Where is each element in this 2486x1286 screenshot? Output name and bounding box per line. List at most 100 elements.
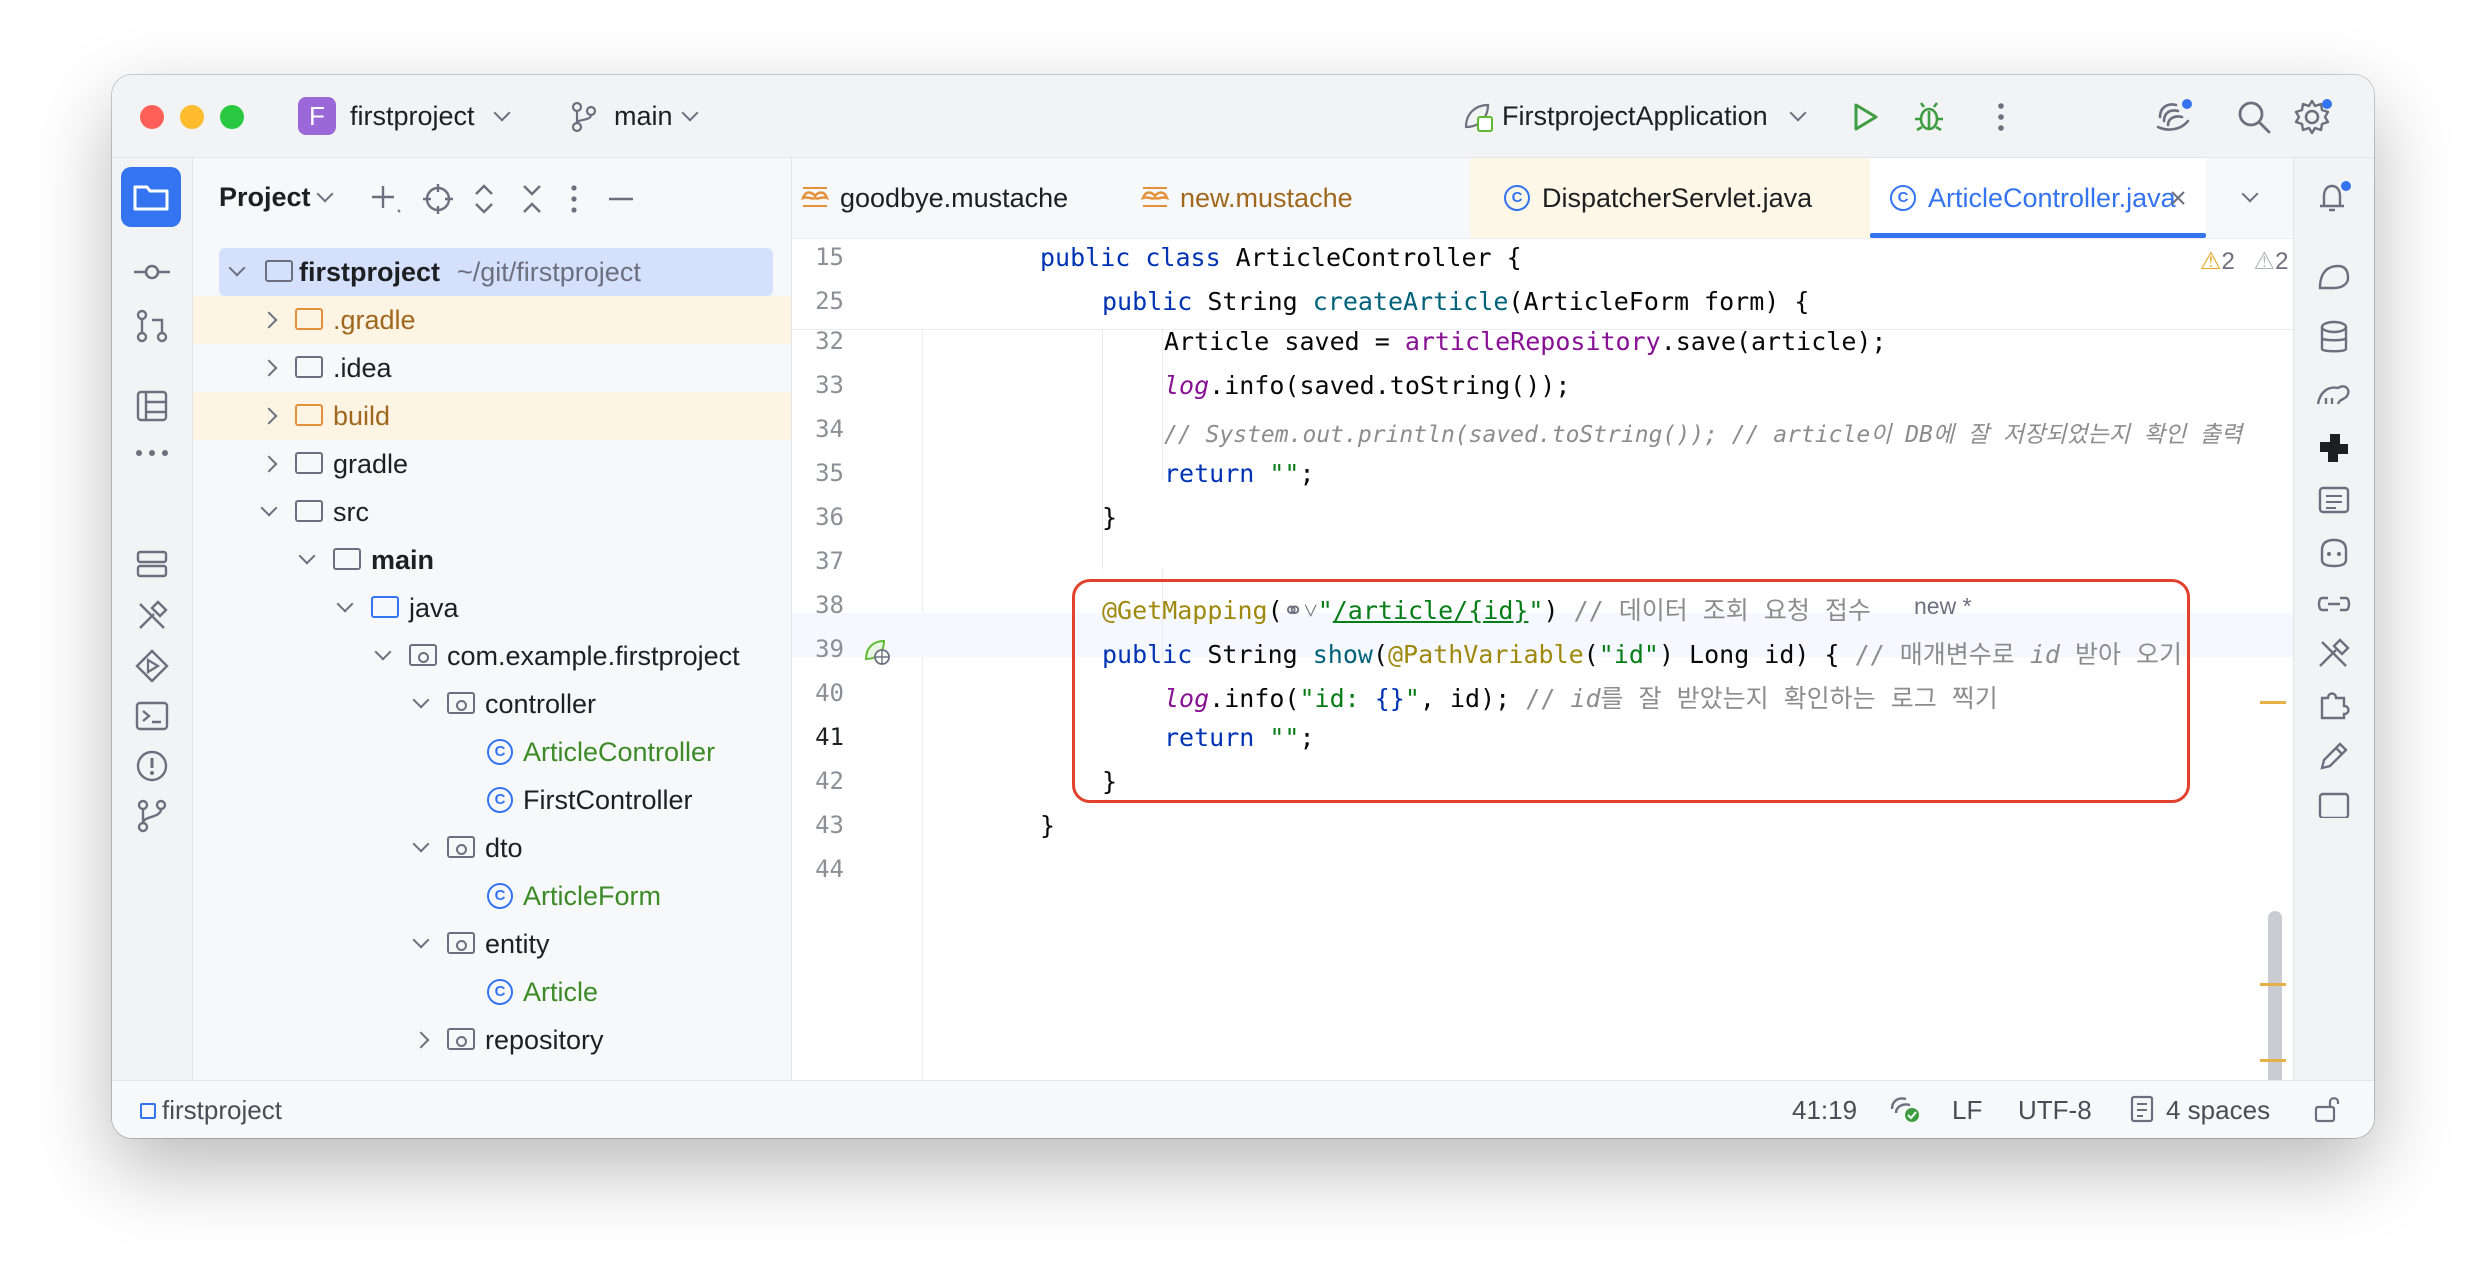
tab-list-chevron-icon[interactable] bbox=[2241, 185, 2259, 203]
chevron-down-icon[interactable] bbox=[260, 499, 278, 517]
project-selector[interactable]: firstproject bbox=[350, 101, 475, 132]
tab-new-mustache[interactable]: new.mustache bbox=[1132, 158, 1462, 238]
tree-item-firstcontroller[interactable]: C FirstController bbox=[193, 776, 791, 824]
chevron-right-icon[interactable] bbox=[260, 359, 278, 377]
project-tool-button[interactable] bbox=[121, 167, 181, 227]
chevron-down-icon[interactable] bbox=[336, 595, 354, 613]
warning-marker[interactable] bbox=[2260, 983, 2286, 986]
chevron-right-icon[interactable] bbox=[260, 455, 278, 473]
close-tab-icon[interactable] bbox=[2170, 190, 2186, 206]
zoom-window-button[interactable] bbox=[220, 105, 244, 129]
ai-assistant-icon[interactable] bbox=[2154, 97, 2194, 135]
caret-position[interactable]: 41:19 bbox=[1792, 1095, 1857, 1126]
line-number: 15 bbox=[815, 243, 844, 271]
add-icon[interactable] bbox=[369, 182, 403, 216]
tools-icon[interactable] bbox=[2314, 634, 2354, 674]
settings-gear-icon[interactable] bbox=[2294, 97, 2334, 137]
chevron-down-icon[interactable] bbox=[1789, 104, 1807, 122]
code-editor[interactable]: 15 public class ArticleController { 25 p… bbox=[792, 239, 2374, 1138]
endpoints-icon[interactable] bbox=[2314, 480, 2354, 520]
tab-articlecontroller[interactable]: C ArticleController.java bbox=[1870, 158, 2206, 238]
locate-file-icon[interactable] bbox=[421, 182, 455, 216]
chevron-down-icon[interactable] bbox=[493, 104, 511, 122]
encoding-selector[interactable]: UTF-8 bbox=[2018, 1095, 2092, 1126]
tree-item-controller[interactable]: controller bbox=[193, 680, 791, 728]
tree-item-package[interactable]: com.example.firstproject bbox=[193, 632, 791, 680]
tree-item-dto[interactable]: dto bbox=[193, 824, 791, 872]
chevron-down-icon[interactable] bbox=[412, 835, 430, 853]
code-line: // System.out.println(saved.toString());… bbox=[1164, 422, 2243, 448]
tree-item-idea[interactable]: .idea bbox=[193, 344, 791, 392]
debug-icon[interactable] bbox=[1912, 99, 1946, 133]
pull-requests-icon[interactable] bbox=[134, 308, 170, 344]
tree-item-articleform[interactable]: C ArticleForm bbox=[193, 872, 791, 920]
chevron-down-icon[interactable] bbox=[298, 547, 316, 565]
warning-marker[interactable] bbox=[2260, 1059, 2286, 1062]
tree-item-java[interactable]: java bbox=[193, 584, 791, 632]
http-client-icon[interactable] bbox=[2314, 584, 2354, 624]
chevron-down-icon[interactable] bbox=[412, 931, 430, 949]
chevron-down-icon[interactable] bbox=[374, 643, 392, 661]
tab-dispatcherservlet[interactable]: C DispatcherServlet.java bbox=[1470, 158, 1870, 238]
tree-item-build[interactable]: build bbox=[193, 392, 791, 440]
database-icon[interactable] bbox=[2314, 318, 2354, 358]
build-tools-icon[interactable] bbox=[134, 598, 170, 634]
chevron-down-icon[interactable] bbox=[681, 104, 699, 122]
tree-item-root[interactable]: firstproject ~/git/firstproject bbox=[193, 248, 791, 296]
terminal-icon[interactable] bbox=[134, 698, 170, 734]
chevron-right-icon[interactable] bbox=[412, 1031, 430, 1049]
tree-item-gradle[interactable]: gradle bbox=[193, 440, 791, 488]
copilot-icon[interactable] bbox=[2314, 532, 2354, 572]
chevron-down-icon[interactable] bbox=[412, 691, 430, 709]
run-configuration-selector[interactable]: FirstprojectApplication bbox=[1502, 101, 1768, 132]
collapse-all-icon[interactable] bbox=[519, 182, 545, 216]
chevron-right-icon[interactable] bbox=[260, 407, 278, 425]
tree-item-gradle-hidden[interactable]: .gradle bbox=[193, 296, 791, 344]
ai-status-icon[interactable] bbox=[1888, 1093, 1922, 1125]
tab-goodbye-mustache[interactable]: goodbye.mustache bbox=[792, 158, 1122, 238]
status-project[interactable]: firstproject bbox=[162, 1095, 282, 1126]
services-icon[interactable] bbox=[134, 546, 170, 582]
tree-item-src[interactable]: src bbox=[193, 488, 791, 536]
inspection-widget[interactable]: ⚠2 ⚠2 bbox=[2200, 247, 2288, 276]
run-tool-icon[interactable] bbox=[134, 648, 170, 684]
extra-tool-icon[interactable] bbox=[2314, 788, 2354, 818]
close-window-button[interactable] bbox=[140, 105, 164, 129]
run-icon[interactable] bbox=[1850, 101, 1880, 133]
folder-icon bbox=[295, 356, 323, 378]
git-icon[interactable] bbox=[134, 798, 170, 834]
ai-chat-icon[interactable] bbox=[2314, 258, 2354, 298]
project-badge[interactable]: F bbox=[298, 97, 336, 135]
tree-item-main[interactable]: main bbox=[193, 536, 791, 584]
tree-item-articlecontroller[interactable]: C ArticleController bbox=[193, 728, 791, 776]
weak-warning-count: 2 bbox=[2275, 248, 2289, 275]
tree-item-article[interactable]: C Article bbox=[193, 968, 791, 1016]
lock-open-icon[interactable] bbox=[2312, 1093, 2342, 1125]
minimize-window-button[interactable] bbox=[180, 105, 204, 129]
warning-count: 2 bbox=[2221, 248, 2235, 275]
line-ending-selector[interactable]: LF bbox=[1952, 1095, 1982, 1126]
more-options-icon[interactable] bbox=[1996, 101, 2006, 133]
search-icon[interactable] bbox=[2236, 99, 2272, 135]
chevron-down-icon[interactable] bbox=[316, 185, 334, 203]
gradle-icon[interactable] bbox=[2314, 374, 2354, 414]
warning-marker[interactable] bbox=[2260, 701, 2286, 704]
problems-icon[interactable] bbox=[134, 748, 170, 784]
jpa-buddy-icon[interactable] bbox=[2314, 428, 2354, 468]
commit-icon[interactable] bbox=[132, 262, 172, 282]
hide-panel-icon[interactable] bbox=[607, 182, 635, 216]
structure-icon[interactable] bbox=[134, 388, 170, 424]
notifications-bell-icon[interactable] bbox=[2314, 178, 2354, 218]
options-icon[interactable] bbox=[569, 182, 579, 216]
chevron-right-icon[interactable] bbox=[260, 311, 278, 329]
more-tool-windows-icon[interactable] bbox=[134, 448, 170, 458]
expand-all-icon[interactable] bbox=[471, 182, 497, 216]
plugins-icon[interactable] bbox=[2314, 684, 2354, 724]
edit-pencil-icon[interactable] bbox=[2314, 736, 2354, 776]
endpoint-gutter-icon[interactable] bbox=[862, 637, 892, 667]
indent-selector[interactable]: 4 spaces bbox=[2166, 1095, 2270, 1126]
tree-item-entity[interactable]: entity bbox=[193, 920, 791, 968]
branch-selector[interactable]: main bbox=[614, 101, 673, 132]
project-panel-title[interactable]: Project bbox=[219, 182, 311, 213]
tree-item-repository[interactable]: repository bbox=[193, 1016, 791, 1064]
